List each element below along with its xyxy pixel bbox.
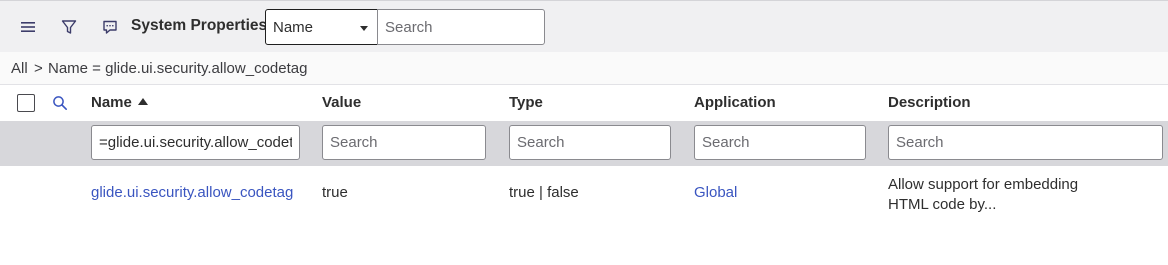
row-name-link[interactable]: glide.ui.security.allow_codetag	[91, 184, 293, 201]
row-application-link[interactable]: Global	[694, 184, 737, 201]
search-field-select[interactable]: Name	[265, 9, 378, 45]
hamburger-menu-icon[interactable]	[15, 14, 41, 40]
breadcrumb: All > Name = glide.ui.security.allow_cod…	[0, 52, 1168, 85]
type-search-input[interactable]	[509, 125, 671, 160]
name-search-input[interactable]	[91, 125, 300, 160]
search-input[interactable]	[377, 9, 545, 45]
table-row: glide.ui.security.allow_codetag true tru…	[0, 166, 1168, 226]
breadcrumb-condition[interactable]: Name = glide.ui.security.allow_codetag	[48, 60, 307, 77]
list-toolbar: System Properties Name	[0, 0, 1168, 52]
chevron-down-icon	[360, 26, 368, 31]
column-search-row	[0, 121, 1168, 166]
column-header-description[interactable]: Description	[888, 94, 971, 111]
chat-bubble-icon[interactable]	[97, 14, 123, 40]
column-header-name-label: Name	[91, 94, 132, 111]
column-header-type[interactable]: Type	[509, 94, 543, 111]
row-type: true | false	[509, 184, 579, 201]
search-field-value: Name	[273, 19, 314, 36]
row-value: true	[322, 184, 348, 201]
application-search-input[interactable]	[694, 125, 866, 160]
sort-ascending-icon	[137, 98, 148, 105]
row-description: Allow support for embedding HTML code by…	[888, 176, 1079, 213]
column-header-value[interactable]: Value	[322, 94, 361, 111]
search-icon[interactable]	[47, 90, 73, 116]
funnel-filter-icon[interactable]	[56, 14, 82, 40]
column-header-application[interactable]: Application	[694, 94, 776, 111]
value-search-input[interactable]	[322, 125, 486, 160]
page-title: System Properties	[131, 17, 268, 34]
column-header-name[interactable]: Name	[91, 94, 148, 111]
breadcrumb-all-link[interactable]: All	[11, 60, 28, 77]
column-header-row: Name Value Type Application Description	[0, 85, 1168, 121]
breadcrumb-separator: >	[34, 60, 43, 77]
select-all-checkbox[interactable]	[17, 94, 35, 112]
description-search-input[interactable]	[888, 125, 1163, 160]
